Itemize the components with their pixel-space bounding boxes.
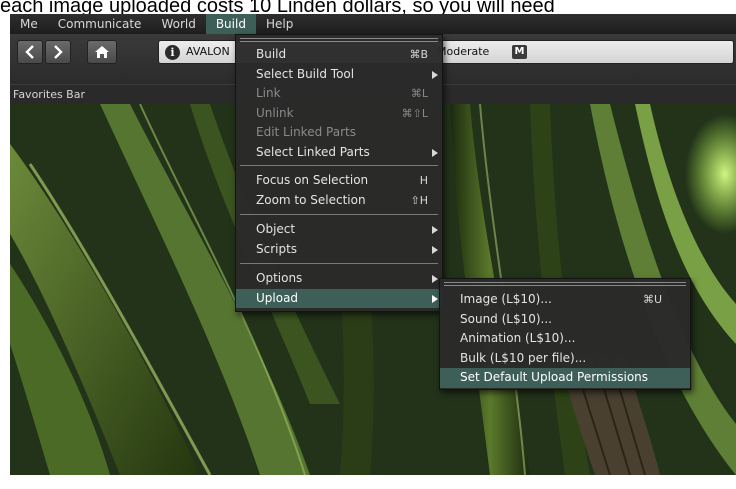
menu-item-upload-bulk[interactable]: Bulk (L$10 per file)... bbox=[440, 349, 690, 369]
menu-help[interactable]: Help bbox=[256, 14, 303, 34]
location-text: AVALON bbox=[186, 45, 230, 58]
menu-item-focus-on-selection[interactable]: Focus on Selection H bbox=[236, 171, 442, 191]
menu-separator bbox=[240, 263, 438, 264]
menu-item-link: Link ⌘L bbox=[256, 86, 428, 100]
submenu-arrow-icon bbox=[432, 226, 438, 234]
menu-item-zoom-to-selection[interactable]: Zoom to Selection ⇧H bbox=[236, 191, 442, 211]
menu-item-select-build-tool[interactable]: Select Build Tool bbox=[236, 65, 442, 85]
menu-item-unlink: Unlink ⌘⇧L bbox=[256, 105, 428, 120]
menu-tearoff-line bbox=[444, 285, 686, 286]
menu-item-edit-linked-parts: Edit Linked Parts bbox=[256, 125, 356, 139]
back-button[interactable] bbox=[17, 40, 43, 64]
chevron-left-icon bbox=[25, 45, 34, 59]
menubar: Me Communicate World Build Help bbox=[10, 14, 736, 34]
menu-item-set-default-upload-permissions[interactable]: Set Default Upload Permissions bbox=[440, 368, 690, 388]
menu-item-options[interactable]: Options bbox=[236, 269, 442, 289]
forward-button[interactable] bbox=[45, 40, 71, 64]
home-icon bbox=[95, 46, 109, 58]
maturity-badge: M bbox=[512, 45, 527, 59]
menu-item-upload-animation[interactable]: Animation (L$10)... bbox=[440, 329, 690, 349]
menu-tearoff-line bbox=[240, 41, 438, 42]
menu-separator bbox=[240, 165, 438, 166]
menu-item-upload-sound[interactable]: Sound (L$10)... bbox=[440, 310, 690, 330]
submenu-arrow-icon bbox=[432, 275, 438, 283]
info-icon[interactable]: i bbox=[165, 45, 180, 60]
submenu-arrow-icon bbox=[432, 245, 438, 254]
menu-build[interactable]: Build bbox=[205, 14, 256, 34]
submenu-arrow-icon bbox=[432, 148, 438, 157]
menu-world[interactable]: World bbox=[151, 14, 205, 34]
home-button[interactable] bbox=[87, 40, 117, 64]
menu-tearoff-line bbox=[240, 38, 438, 39]
menu-separator bbox=[240, 214, 438, 215]
viewer-window: Me Communicate World Build Help i AVALON… bbox=[10, 14, 736, 475]
chevron-right-icon bbox=[54, 45, 63, 59]
menu-communicate[interactable]: Communicate bbox=[48, 14, 152, 34]
menu-me[interactable]: Me bbox=[10, 14, 48, 34]
submenu-arrow-icon bbox=[432, 70, 438, 79]
menu-item-upload-image[interactable]: Image (L$10)... ⌘U bbox=[440, 290, 690, 310]
submenu-arrow-icon bbox=[432, 294, 438, 303]
upload-submenu: Image (L$10)... ⌘U Sound (L$10)... Anima… bbox=[439, 278, 691, 390]
menu-item-select-linked-parts[interactable]: Select Linked Parts bbox=[236, 143, 442, 163]
build-menu: Build ⌘B Select Build Tool Link ⌘L Unlin… bbox=[235, 34, 443, 312]
menu-item-scripts[interactable]: Scripts bbox=[236, 240, 442, 260]
menu-item-build[interactable]: Build ⌘B bbox=[236, 45, 442, 65]
menu-item-object[interactable]: Object bbox=[236, 220, 442, 240]
menu-item-upload[interactable]: Upload bbox=[236, 288, 442, 308]
maturity-text: Moderate bbox=[437, 45, 490, 58]
menu-tearoff-line bbox=[444, 282, 686, 283]
favorites-label: Favorites Bar bbox=[13, 88, 85, 101]
